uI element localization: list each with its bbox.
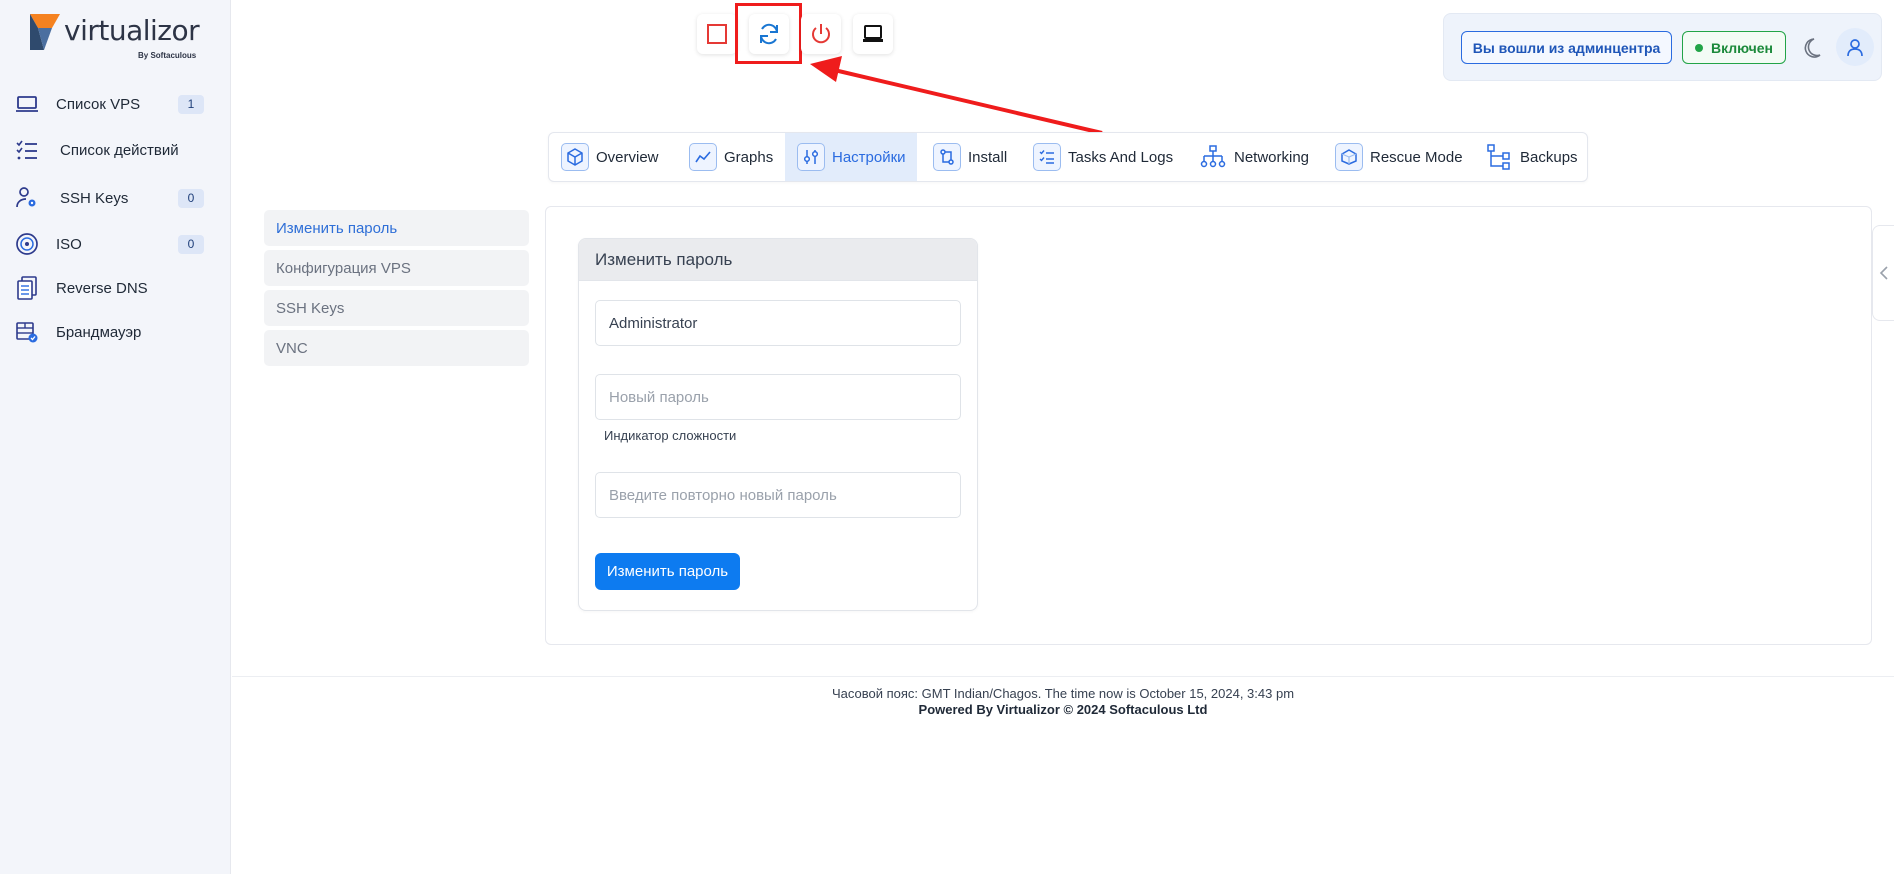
install-icon — [933, 143, 961, 171]
footer-timezone: Часовой пояс: GMT Indian/Chagos. The tim… — [831, 686, 1295, 701]
user-icon — [1847, 39, 1863, 57]
sidebar-item-ssh-keys[interactable]: SSH Keys 0 — [14, 182, 210, 214]
stop-icon — [707, 24, 727, 44]
sidebar-item-label: Брандмауэр — [56, 323, 142, 341]
task-list-icon — [14, 137, 40, 163]
highlight-box — [735, 3, 802, 64]
tab-label: Настройки — [832, 148, 906, 166]
sidebar-item-label: ISO — [56, 235, 82, 253]
sidebar-item-label: Reverse DNS — [56, 279, 148, 297]
status-dot — [1695, 43, 1703, 52]
header-status-bar: Вы вошли из админцентра Включен — [1443, 13, 1882, 81]
network-icon — [1199, 143, 1227, 171]
footer-divider — [232, 676, 1894, 677]
user-avatar-button[interactable] — [1836, 28, 1874, 66]
settings-menu-vnc[interactable]: VNC — [264, 330, 529, 366]
virtualizor-logo-icon — [30, 14, 60, 50]
status-badge[interactable]: Включен — [1682, 31, 1786, 64]
tab-tasks-and-logs[interactable]: Tasks And Logs — [1033, 133, 1173, 181]
laptop-icon — [14, 91, 40, 117]
count-badge: 0 — [178, 188, 204, 208]
sidebar-item-label: Список VPS — [56, 95, 141, 113]
logo-text: virtualizor — [64, 14, 200, 47]
status-label: Включен — [1711, 39, 1773, 56]
moon-icon[interactable] — [1804, 36, 1828, 60]
sliders-icon — [797, 143, 825, 171]
tab-label: Rescue Mode — [1370, 148, 1463, 166]
change-password-button[interactable]: Изменить пароль — [595, 553, 740, 590]
sidebar-item-reverse-dns[interactable]: Reverse DNS — [14, 272, 210, 304]
checklist-icon — [1033, 143, 1061, 171]
cube-icon — [561, 143, 589, 171]
tab-rescue-mode[interactable]: Rescue Mode — [1335, 133, 1463, 181]
tab-settings[interactable]: Настройки — [785, 133, 917, 181]
logo[interactable]: virtualizor By Softaculous — [30, 14, 200, 60]
stop-button[interactable] — [697, 14, 737, 54]
change-password-card: Изменить пароль Индикатор сложности Изме… — [578, 238, 978, 611]
tab-install[interactable]: Install — [933, 133, 1007, 181]
user-key-icon — [14, 185, 40, 211]
collapse-panel-handle[interactable] — [1872, 225, 1894, 321]
vnc-laptop-icon — [863, 25, 883, 42]
footer-powered-by: Powered By Virtualizor © 2024 Softaculou… — [918, 702, 1208, 717]
tab-graphs[interactable]: Graphs — [689, 133, 773, 181]
sidebar: virtualizor By Softaculous Список VPS 1 … — [0, 0, 231, 874]
username-field[interactable] — [595, 300, 961, 346]
rescue-box-icon — [1335, 143, 1363, 171]
annotation-arrow — [810, 56, 1103, 135]
firewall-icon — [14, 319, 40, 345]
settings-menu-ssh-keys[interactable]: SSH Keys — [264, 290, 529, 326]
tab-label: Graphs — [724, 148, 774, 166]
tab-label: Backups — [1520, 148, 1578, 166]
power-button[interactable] — [801, 14, 841, 54]
tab-label: Tasks And Logs — [1068, 148, 1174, 166]
backup-tree-icon — [1485, 143, 1513, 171]
tab-networking[interactable]: Networking — [1199, 133, 1309, 181]
settings-menu-vps-config[interactable]: Конфигурация VPS — [264, 250, 529, 286]
repeat-password-field[interactable] — [595, 472, 961, 518]
tab-label: Overview — [596, 148, 659, 166]
card-title: Изменить пароль — [579, 239, 977, 281]
count-badge: 1 — [178, 94, 204, 114]
sidebar-item-label: Список действий — [60, 141, 179, 159]
tab-backups[interactable]: Backups — [1485, 133, 1578, 181]
new-password-field[interactable] — [595, 374, 961, 420]
vps-tabs: Overview Graphs Настройки Install Tasks … — [548, 132, 1588, 182]
chevron-left-icon — [1879, 266, 1888, 280]
documents-icon — [14, 275, 40, 301]
password-strength-label: Индикатор сложности — [604, 428, 737, 443]
disc-icon — [14, 231, 40, 257]
power-icon — [812, 24, 830, 44]
sidebar-item-iso[interactable]: ISO 0 — [14, 228, 210, 260]
sidebar-item-vps-list[interactable]: Список VPS 1 — [14, 88, 210, 120]
admin-login-button[interactable]: Вы вошли из админцентра — [1461, 31, 1672, 64]
sidebar-item-task-list[interactable]: Список действий — [14, 134, 210, 166]
tab-label: Networking — [1234, 148, 1310, 166]
logo-subtext: By Softaculous — [138, 51, 197, 60]
chart-line-icon — [689, 143, 717, 171]
sidebar-item-firewall[interactable]: Брандмауэр — [14, 316, 210, 348]
settings-menu-change-password[interactable]: Изменить пароль — [264, 210, 529, 246]
sidebar-item-label: SSH Keys — [60, 189, 129, 207]
tab-label: Install — [968, 148, 1008, 166]
count-badge: 0 — [178, 234, 204, 254]
tab-overview[interactable]: Overview — [561, 133, 659, 181]
vnc-button[interactable] — [853, 14, 893, 54]
